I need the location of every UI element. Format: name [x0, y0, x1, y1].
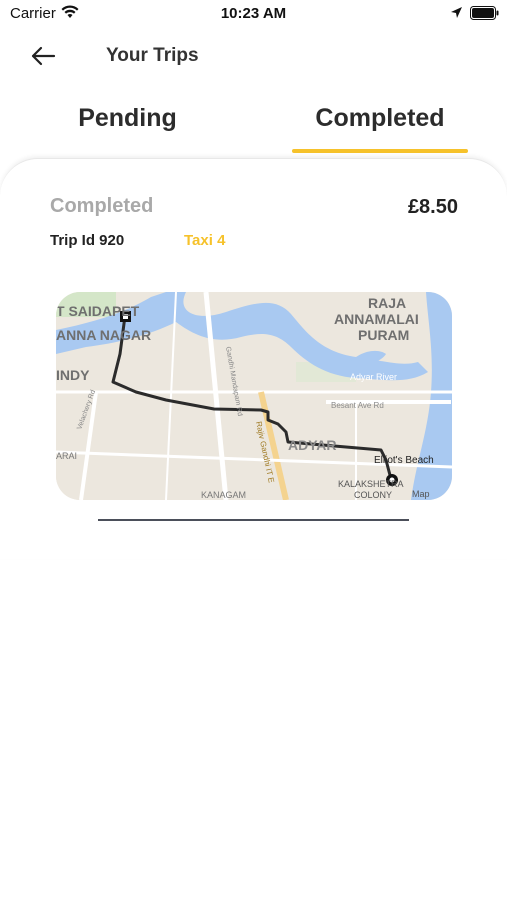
trip-status: Completed [50, 195, 154, 217]
map-label-annamalai: ANNAMALAI [334, 311, 419, 327]
taxi-label: Taxi 4 [184, 232, 226, 249]
map-label-saidapet: T SAIDAPET [56, 303, 140, 319]
back-button[interactable] [28, 42, 58, 70]
map-label-elliots: Elliot's Beach [374, 455, 434, 466]
trip-id: Trip Id 920 [50, 232, 125, 249]
active-tab-indicator [292, 149, 468, 153]
map-label-colony: COLONY [354, 490, 392, 500]
map-label-kalakshetra: KALAKSHETRA [338, 479, 404, 489]
map-credit: Map [412, 489, 430, 499]
status-bar: Carrier 10:23 AM [0, 0, 507, 28]
map-label-raja: RAJA [368, 295, 406, 311]
status-time: 10:23 AM [220, 5, 287, 22]
location-arrow-icon [451, 7, 462, 18]
tab-pending[interactable]: Pending [50, 104, 205, 133]
map-label-arai: ARAI [56, 451, 77, 461]
map-label-besant: Besant Ave Rd [331, 401, 384, 410]
map-label-adyar: ADYAR [288, 437, 337, 453]
map-label-puram: PURAM [358, 327, 409, 343]
battery-icon [470, 6, 499, 20]
page-title: Your Trips [106, 45, 199, 66]
trip-fare: £8.50 [407, 196, 458, 218]
map-label-adyar-river: Adyar River [350, 372, 397, 382]
map-label-indy: INDY [56, 367, 90, 383]
back-arrow-icon [31, 46, 56, 66]
tab-completed[interactable]: Completed [292, 104, 468, 133]
divider [98, 519, 409, 521]
map-label-kanagam: KANAGAM [201, 490, 246, 500]
map-label-anna-nagar: ANNA NAGAR [56, 327, 151, 343]
route-map[interactable]: RAJA ANNAMALAI PURAM T SAIDAPET ANNA NAG… [56, 292, 452, 500]
route-map-image: RAJA ANNAMALAI PURAM T SAIDAPET ANNA NAG… [56, 292, 452, 500]
